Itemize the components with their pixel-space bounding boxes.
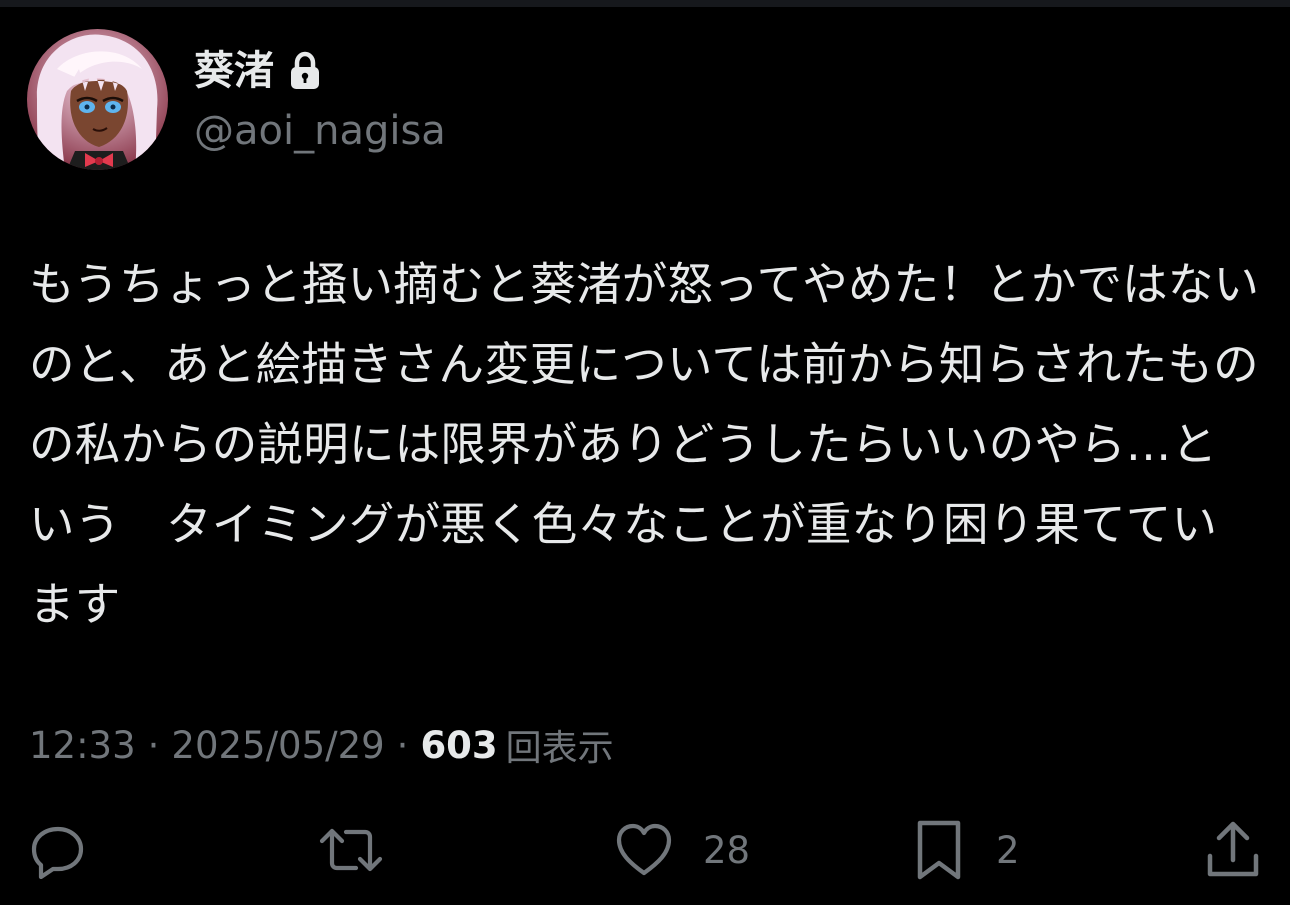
- bookmark-count: 2: [996, 828, 1020, 872]
- meta-separator: ·: [396, 723, 409, 767]
- reply-icon: [31, 826, 84, 879]
- avatar-image: [27, 29, 168, 170]
- top-divider: [0, 0, 1290, 7]
- reply-button[interactable]: [29, 818, 87, 882]
- tweet-time[interactable]: 12:33: [29, 724, 136, 767]
- avatar[interactable]: [27, 29, 168, 170]
- bookmark-icon: [917, 820, 961, 880]
- bookmark-button[interactable]: 2: [912, 818, 1020, 882]
- tweet-text: もうちょっと掻い摘むと葵渚が怒ってやめた！とかではないのと、あと絵描きさん変更に…: [29, 258, 1260, 631]
- share-button[interactable]: [1204, 818, 1262, 882]
- lock-icon: [288, 51, 322, 91]
- tweet-date[interactable]: 2025/05/29: [171, 724, 384, 767]
- meta-separator: ·: [147, 723, 160, 767]
- tweet-meta: 12:33 · 2025/05/29 · 603 回表示: [29, 718, 614, 772]
- handle[interactable]: @aoi_nagisa: [194, 104, 446, 158]
- retweet-button[interactable]: [318, 818, 384, 882]
- share-icon: [1207, 821, 1259, 877]
- views-label: 回表示: [505, 728, 614, 769]
- heart-icon: [616, 823, 672, 876]
- display-name[interactable]: 葵渚: [194, 44, 274, 98]
- author-name-row: 葵渚: [194, 44, 322, 98]
- like-count: 28: [703, 828, 751, 872]
- views-count[interactable]: 603: [420, 724, 497, 767]
- retweet-icon: [319, 828, 383, 872]
- like-button[interactable]: 28: [615, 818, 750, 882]
